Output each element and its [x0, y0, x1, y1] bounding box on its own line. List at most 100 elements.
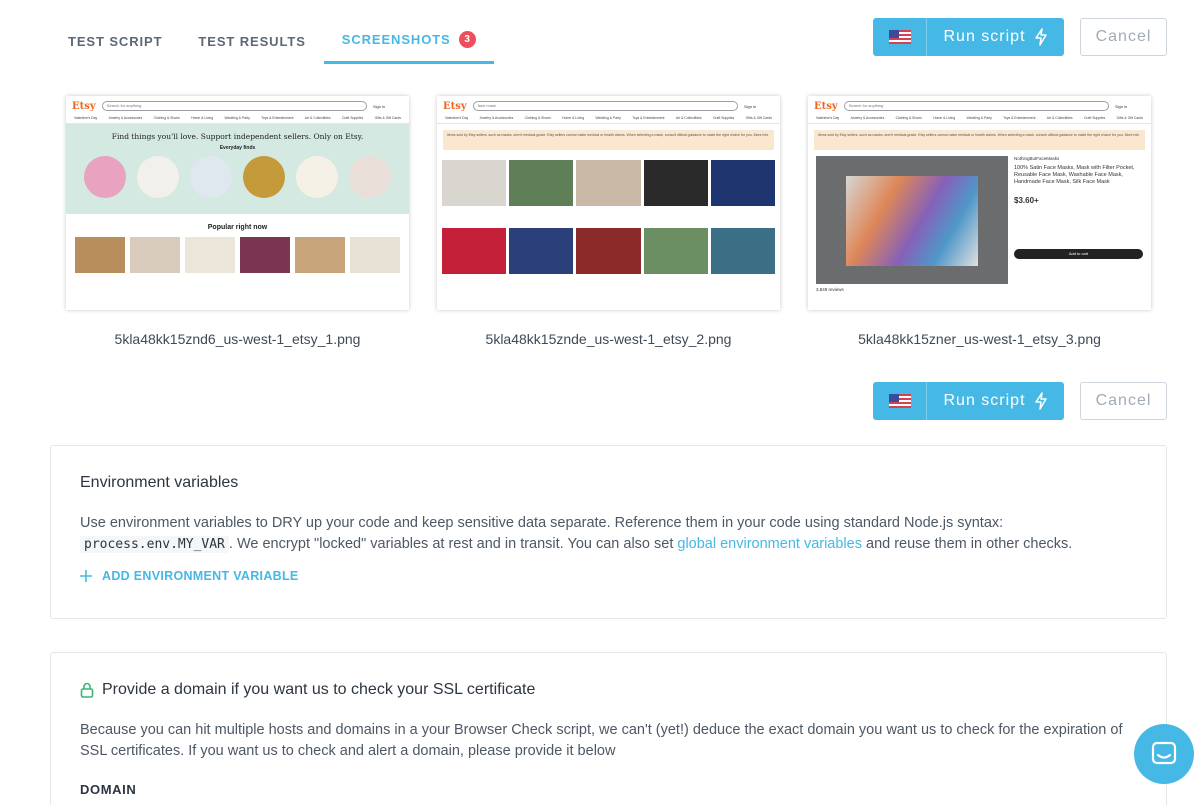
product-image: [295, 237, 345, 273]
run-script-button[interactable]: Run script: [927, 18, 1064, 56]
chat-launcher-button[interactable]: [1134, 724, 1194, 784]
etsy-mask-notice: Items sold by Etsy sellers, such as mask…: [443, 130, 774, 150]
region-flag-button[interactable]: [873, 18, 927, 56]
product-image: [442, 228, 507, 274]
category-image: [189, 156, 232, 198]
etsy-result-row: [437, 150, 780, 206]
global-env-vars-link[interactable]: global environment variables: [677, 536, 862, 552]
etsy-nav-item: Art & Collectibles: [1046, 116, 1073, 120]
plus-icon: [80, 570, 92, 582]
cancel-label: Cancel: [1095, 392, 1152, 409]
etsy-nav-item: Clothing & Shoes: [895, 116, 922, 120]
env-text-2: . We encrypt "locked" variables at rest …: [228, 536, 674, 552]
screenshot-thumbnail[interactable]: Etsy face mask Sign in Valentine's Day Je…: [437, 96, 780, 310]
etsy-logo: Etsy: [814, 100, 838, 112]
etsy-nav-item: Clothing & Shoes: [153, 116, 180, 120]
etsy-nav-item: Art & Collectibles: [304, 116, 331, 120]
screenshot-count-badge: 3: [458, 31, 476, 48]
etsy-search: Search for anything: [843, 101, 1109, 111]
listing-price: $3.60+: [1014, 196, 1039, 205]
env-description: Use environment variables to DRY up your…: [80, 513, 1130, 555]
run-script-label: Run script: [943, 28, 1026, 45]
us-flag-icon: [888, 30, 911, 44]
etsy-nav-item: Home & Living: [562, 116, 585, 120]
listing-title: 100% Satin Face Masks, Mask with Filter …: [1014, 165, 1135, 185]
cancel-button[interactable]: Cancel: [1080, 18, 1167, 56]
run-script-label: Run script: [943, 392, 1026, 409]
lightning-icon: [1034, 28, 1047, 46]
etsy-header: Etsy face mask Sign in: [437, 96, 780, 116]
etsy-nav-item: Toys & Entertainment: [1003, 116, 1036, 120]
review-count: 3,849 reviews: [816, 287, 844, 292]
tab-test-results[interactable]: TEST RESULTS: [180, 18, 323, 64]
ssl-description: Because you can hit multiple hosts and d…: [80, 722, 1123, 759]
ssl-section-title-row: Provide a domain if you want us to check…: [80, 681, 535, 699]
product-image: [710, 160, 776, 206]
etsy-signin: Sign in: [373, 103, 386, 109]
etsy-nav: Valentine's Day Jewelry & Accessories Clot…: [808, 116, 1151, 124]
add-environment-variable-button[interactable]: ADD ENVIRONMENT VARIABLE: [80, 569, 299, 583]
product-image: [509, 228, 574, 274]
etsy-search: Search for anything: [101, 101, 367, 111]
tab-label: TEST SCRIPT: [68, 33, 163, 49]
product-image: [509, 160, 574, 206]
tab-bar: TEST SCRIPT TEST RESULTS SCREENSHOTS 3: [50, 18, 494, 64]
etsy-logo: Etsy: [72, 100, 96, 112]
etsy-hero: Find things you'll love. Support indepen…: [66, 124, 409, 214]
tab-test-script[interactable]: TEST SCRIPT: [50, 18, 180, 64]
etsy-listing-detail: NothingButFaceMasks 100% Satin Face Mask…: [808, 150, 1151, 284]
screenshot-thumbnail[interactable]: Etsy Search for anything Sign in Valenti…: [808, 96, 1151, 310]
tab-screenshots[interactable]: SCREENSHOTS 3: [323, 18, 494, 64]
product-image: [710, 228, 776, 274]
etsy-logo: Etsy: [443, 100, 467, 112]
etsy-product-row: [66, 231, 409, 273]
screenshot-filename: 5kla48kk15znd6_us-west-1_etsy_1.png: [114, 331, 361, 347]
etsy-nav-item: Gifts & Gift Cards: [745, 116, 772, 120]
product-image: [130, 237, 180, 273]
etsy-nav-item: Wedding & Party: [595, 116, 621, 120]
etsy-category-circles: [66, 151, 409, 198]
screenshot-item: Etsy Search for anything Sign in Valenti…: [66, 96, 409, 347]
screenshot-thumbnail[interactable]: Etsy Search for anything Sign in Valenti…: [66, 96, 409, 310]
category-image: [136, 156, 179, 198]
region-flag-button[interactable]: [873, 382, 927, 420]
etsy-nav-item: Jewelry & Accessories: [850, 116, 885, 120]
env-text-3: and reuse them in other checks.: [866, 536, 1073, 552]
etsy-nav-item: Valentine's Day: [816, 116, 840, 120]
cancel-button[interactable]: Cancel: [1080, 382, 1167, 420]
category-image: [243, 156, 286, 198]
etsy-nav: Valentine's Day Jewelry & Accessories Clot…: [66, 116, 409, 124]
etsy-mask-notice: Items sold by Etsy sellers, such as mask…: [814, 130, 1145, 150]
run-script-button[interactable]: Run script: [927, 382, 1064, 420]
env-code-snippet: process.env.MY_VAR: [80, 536, 229, 553]
etsy-search: face mask: [472, 101, 738, 111]
env-text-1: Use environment variables to DRY up your…: [80, 515, 1004, 531]
etsy-nav-item: Wedding & Party: [224, 116, 250, 120]
cancel-label: Cancel: [1095, 28, 1152, 45]
tab-label: TEST RESULTS: [198, 33, 306, 49]
tab-label: SCREENSHOTS: [341, 32, 451, 47]
action-bar-top: Run script Cancel: [873, 18, 1167, 56]
etsy-nav-item: Toys & Entertainment: [632, 116, 665, 120]
screenshot-item: Etsy Search for anything Sign in Valenti…: [808, 96, 1151, 347]
etsy-nav-item: Craft Supplies: [712, 116, 735, 120]
us-flag-icon: [888, 394, 911, 408]
etsy-nav-item: Home & Living: [933, 116, 956, 120]
product-image: [442, 160, 507, 206]
env-section-title: Environment variables: [80, 474, 239, 491]
category-image: [296, 156, 339, 198]
product-image: [350, 237, 400, 273]
ssl-domain-card: Provide a domain if you want us to check…: [50, 652, 1167, 805]
product-image: [576, 160, 641, 206]
etsy-hero-title: Find things you'll love. Support indepen…: [111, 132, 364, 141]
etsy-result-row: [437, 206, 780, 274]
etsy-nav-item: Gifts & Gift Cards: [1116, 116, 1143, 120]
etsy-header: Etsy Search for anything Sign in: [808, 96, 1151, 116]
domain-field-label: DOMAIN: [80, 782, 137, 797]
product-image: [643, 228, 708, 274]
etsy-popular-heading: Popular right now: [207, 224, 268, 231]
action-bar-bottom: Run script Cancel: [873, 382, 1167, 420]
lock-icon: [80, 682, 94, 698]
etsy-signin: Sign in: [744, 103, 757, 109]
etsy-nav-item: Clothing & Shoes: [524, 116, 551, 120]
